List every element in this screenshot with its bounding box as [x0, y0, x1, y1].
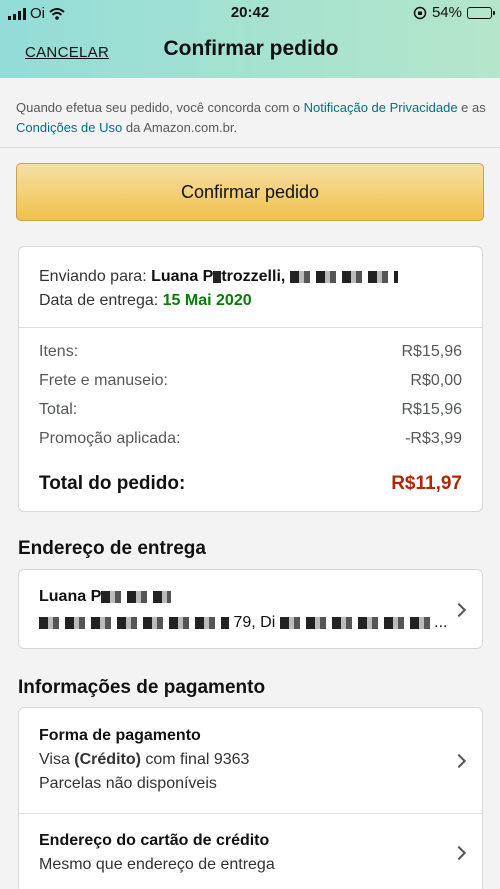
divider — [19, 813, 482, 814]
confirm-order-button[interactable]: Confirmar pedido — [16, 163, 484, 221]
battery-icon — [467, 6, 495, 19]
card-details: Visa (Crédito) com final 9363 — [39, 751, 250, 768]
divider — [19, 327, 482, 328]
top-bar: Oi 20:42 54% CANCELAR Confirmar pedido — [0, 0, 500, 78]
order-summary-card: Enviando para: Luana Ptrozzelli, Data de… — [18, 246, 483, 512]
privacy-link[interactable]: Notificação de Privacidade — [304, 100, 458, 115]
billing-address[interactable]: Endereço do cartão de crédito Mesmo que … — [39, 829, 442, 877]
ship-to: Enviando para: Luana Ptrozzelli, — [39, 265, 462, 289]
chevron-right-icon — [451, 845, 467, 861]
payment-info-heading: Informações de pagamento — [18, 677, 266, 698]
payment-method[interactable]: Forma de pagamento Visa (Crédito) com fi… — [39, 724, 442, 796]
installments: Parcelas não disponíveis — [39, 775, 217, 792]
price-row: Frete e manuseio: R$0,00 — [39, 372, 462, 389]
header: CANCELAR Confirmar pedido — [0, 26, 500, 78]
price-breakdown: Itens: R$15,96 Frete e manuseio: R$0,00 To… — [39, 343, 462, 495]
chevron-right-icon — [451, 753, 467, 769]
price-row: Itens: R$15,96 — [39, 343, 462, 360]
payment-info-card: Forma de pagamento Visa (Crédito) com fi… — [18, 707, 483, 889]
battery-percent: 54% — [431, 4, 462, 21]
price-row: Promoção aplicada: -R$3,99 — [39, 430, 462, 447]
terms-notice: Quando efetua seu pedido, você concorda … — [16, 100, 486, 135]
chevron-right-icon — [451, 602, 467, 618]
orientation-lock-icon — [413, 6, 427, 19]
delivery-date-line: Data de entrega: 15 Mai 2020 — [39, 292, 252, 309]
address-name: Luana P — [39, 588, 172, 606]
ship-to-name: Luana Ptrozzelli, — [151, 268, 286, 285]
delivery-address-card[interactable]: Luana P 79, Di ... — [18, 569, 483, 649]
page-title: Confirmar pedido — [163, 37, 339, 60]
redacted-text — [289, 270, 398, 283]
status-bar: Oi 20:42 54% — [0, 0, 500, 26]
price-row: Total: R$15,96 — [39, 401, 462, 418]
delivery-date: 15 Mai 2020 — [162, 292, 252, 309]
order-total-amount: R$11,97 — [391, 473, 462, 494]
order-total: Total do pedido: R$11,97 — [39, 473, 462, 494]
terms-of-use-link[interactable]: Condições de Uso — [16, 120, 122, 135]
divider — [0, 147, 500, 148]
address-line: 79, Di ... — [39, 614, 448, 632]
delivery-address-heading: Endereço de entrega — [18, 538, 206, 559]
